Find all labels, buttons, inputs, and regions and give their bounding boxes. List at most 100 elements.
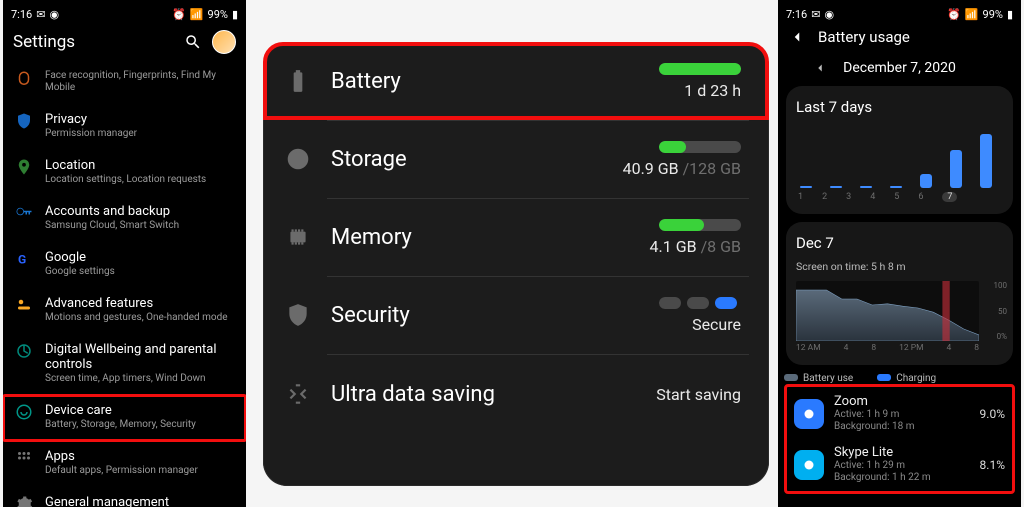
devicecare-icon bbox=[15, 403, 33, 421]
app-percent: 9.0% bbox=[980, 407, 1005, 421]
day-title: Dec 7 bbox=[796, 234, 979, 252]
row-label: Battery bbox=[331, 69, 401, 94]
signal-icon: 📶 bbox=[965, 8, 979, 21]
device-care-uds[interactable]: Ultra data saving Start saving bbox=[263, 354, 769, 434]
chevron-left-icon[interactable] bbox=[813, 61, 827, 75]
skype-icon: ◉ bbox=[824, 8, 834, 21]
gear-icon bbox=[15, 495, 33, 507]
day-detail-panel: Dec 7 Screen on time: 5 h 8 m 100500% 12… bbox=[786, 222, 1013, 365]
battery-icon: ▮ bbox=[232, 8, 238, 21]
x-tick: 12 PM bbox=[899, 343, 923, 353]
back-icon[interactable] bbox=[788, 28, 806, 46]
app-row-zoom[interactable]: Zoom Active: 1 h 9 m Background: 18 m 9.… bbox=[790, 388, 1009, 439]
signal-icon: 📶 bbox=[190, 8, 204, 21]
last-7-days-panel: Last 7 days 1 2 3 4 5 6 7 bbox=[786, 86, 1013, 214]
row-title: Advanced features bbox=[45, 296, 228, 311]
row-title: Device care bbox=[45, 403, 196, 418]
settings-row-biometrics[interactable]: Face recognition, Fingerprints, Find My … bbox=[3, 62, 246, 104]
week-bar[interactable] bbox=[980, 134, 992, 188]
week-bar-chart[interactable] bbox=[796, 124, 1003, 188]
pin-icon bbox=[15, 158, 33, 176]
settings-row-wellbeing[interactable]: Digital Wellbeing and parental controls … bbox=[3, 334, 246, 395]
week-day-label[interactable]: 5 bbox=[894, 192, 899, 202]
panel-title: Last 7 days bbox=[796, 98, 1003, 116]
app-name: Skype Lite bbox=[834, 445, 931, 460]
week-day-label[interactable]: 6 bbox=[918, 192, 923, 202]
row-subtitle: Location settings, Location requests bbox=[45, 174, 206, 186]
x-tick: 8 bbox=[974, 343, 979, 353]
settings-row-advanced[interactable]: Advanced features Motions and gestures, … bbox=[3, 288, 246, 334]
page-title: Battery usage bbox=[818, 28, 910, 46]
app-percent: 8.1% bbox=[980, 458, 1005, 472]
week-day-label[interactable]: 4 bbox=[870, 192, 875, 202]
settings-row-accounts[interactable]: Accounts and backup Samsung Cloud, Smart… bbox=[3, 196, 246, 242]
x-tick: 4 bbox=[844, 343, 849, 353]
date-navigator: December 7, 2020 bbox=[778, 54, 1021, 86]
svg-text:G: G bbox=[18, 253, 26, 267]
row-value: Secure bbox=[692, 315, 741, 334]
row-title: Accounts and backup bbox=[45, 204, 179, 219]
uds-icon bbox=[283, 379, 313, 409]
row-subtitle: Google settings bbox=[45, 266, 115, 278]
fingerprint-icon bbox=[15, 70, 33, 88]
settings-row-devicecare[interactable]: Device care Battery, Storage, Memory, Se… bbox=[3, 395, 246, 441]
x-tick: 8 bbox=[871, 343, 876, 353]
settings-header: Settings bbox=[3, 24, 246, 62]
week-bar[interactable] bbox=[950, 150, 962, 188]
security-icon bbox=[283, 300, 313, 330]
app-background: Background: 1 h 22 m bbox=[834, 472, 931, 484]
grid-icon bbox=[15, 449, 33, 467]
row-label: Ultra data saving bbox=[331, 382, 495, 407]
settings-row-general[interactable]: General management bbox=[3, 487, 246, 507]
week-day-label[interactable]: 1 bbox=[798, 192, 803, 202]
search-icon[interactable] bbox=[184, 33, 202, 51]
week-bar[interactable] bbox=[920, 174, 932, 188]
row-title: Digital Wellbeing and parental controls bbox=[45, 342, 234, 372]
week-bar[interactable] bbox=[800, 186, 812, 188]
row-label: Memory bbox=[331, 225, 412, 250]
row-subtitle: Battery, Storage, Memory, Security bbox=[45, 419, 196, 431]
settings-row-apps[interactable]: Apps Default apps, Permission manager bbox=[3, 441, 246, 487]
app-background: Background: 18 m bbox=[834, 421, 915, 433]
battery-area-chart[interactable]: 100500% bbox=[796, 281, 979, 341]
week-bar[interactable] bbox=[860, 186, 872, 188]
avatar[interactable] bbox=[212, 30, 236, 54]
device-care-storage[interactable]: Storage 40.9 GB /128 GB bbox=[263, 120, 769, 198]
row-subtitle: Samsung Cloud, Smart Switch bbox=[45, 220, 179, 232]
device-care-memory[interactable]: Memory 4.1 GB /8 GB bbox=[263, 198, 769, 276]
usage-bar bbox=[659, 219, 741, 231]
settings-row-location[interactable]: Location Location settings, Location req… bbox=[3, 150, 246, 196]
mail-icon: ✉ bbox=[36, 8, 45, 21]
battery-icon: ▮ bbox=[1007, 8, 1013, 21]
app-usage-list: Zoom Active: 1 h 9 m Background: 18 m 9.… bbox=[786, 386, 1013, 492]
week-day-label[interactable]: 2 bbox=[822, 192, 827, 202]
week-day-label[interactable]: 7 bbox=[942, 192, 957, 202]
charging-marker bbox=[942, 281, 949, 341]
settings-screen: 7:16 ✉ ◉ ⏰ 📶 99% ▮ Settings Face recogni… bbox=[3, 0, 246, 507]
x-tick: 12 AM bbox=[796, 343, 821, 353]
app-row-skype-lite[interactable]: Skype Lite Active: 1 h 29 m Background: … bbox=[790, 439, 1009, 490]
settings-list: Face recognition, Fingerprints, Find My … bbox=[3, 62, 246, 507]
settings-row-google[interactable]: G Google Google settings bbox=[3, 242, 246, 288]
row-subtitle: Motions and gestures, One-handed mode bbox=[45, 312, 228, 324]
week-day-label[interactable]: 3 bbox=[846, 192, 851, 202]
row-title: Apps bbox=[45, 449, 198, 464]
row-subtitle: Face recognition, Fingerprints, Find My … bbox=[45, 70, 234, 94]
device-care-security[interactable]: Security Secure bbox=[263, 276, 769, 354]
settings-row-privacy[interactable]: Privacy Permission manager bbox=[3, 104, 246, 150]
y-tick: 50 bbox=[998, 307, 1007, 316]
status-battery-pct: 99% bbox=[208, 8, 228, 21]
chart-legend: Battery use Charging bbox=[784, 373, 1021, 384]
x-tick: 4 bbox=[946, 343, 951, 353]
week-bar[interactable] bbox=[830, 186, 842, 188]
device-care-battery[interactable]: Battery 1 d 23 h bbox=[263, 42, 769, 120]
week-bar[interactable] bbox=[890, 186, 902, 188]
legend-charging: Charging bbox=[896, 373, 936, 384]
y-tick: 100 bbox=[994, 281, 1008, 290]
toggles-icon bbox=[15, 296, 33, 314]
row-label: Security bbox=[331, 303, 410, 328]
app-icon bbox=[794, 450, 824, 480]
row-title: General management bbox=[45, 495, 169, 507]
status-bar: 7:16 ✉ ◉ ⏰ 📶 99% ▮ bbox=[778, 0, 1021, 24]
device-care-card: Battery 1 d 23 h Storage 40.9 GB /128 GB… bbox=[263, 42, 769, 486]
